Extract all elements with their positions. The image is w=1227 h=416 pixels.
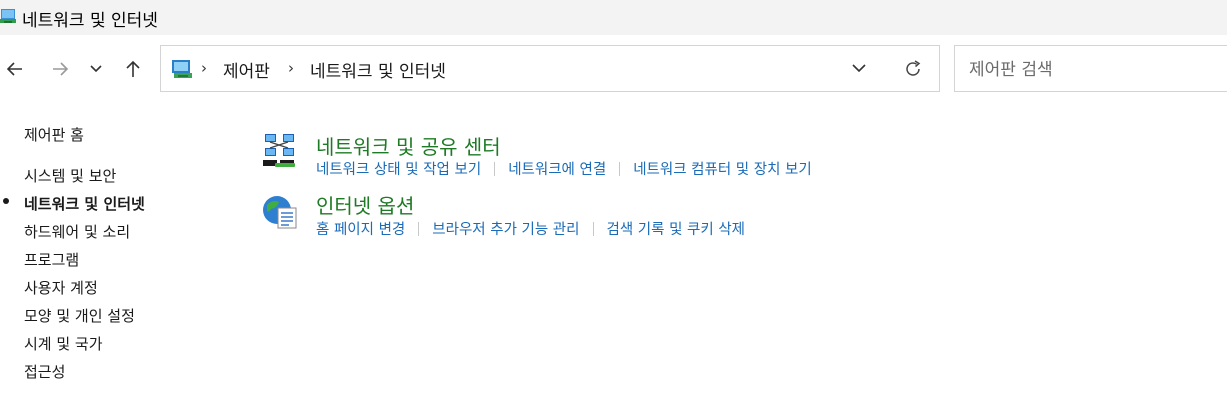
sidebar-item-appearance[interactable]: 모양 및 개인 설정 (24, 305, 135, 326)
sidebar-item-clock-region[interactable]: 시계 및 국가 (24, 333, 103, 354)
breadcrumb-separator-icon: › (288, 59, 294, 77)
sidebar-item-network-internet[interactable]: 네트워크 및 인터넷 (24, 193, 145, 214)
connect-to-network-link[interactable]: 네트워크에 연결 (508, 158, 606, 179)
search-input[interactable] (967, 56, 1211, 84)
back-button[interactable] (1, 54, 29, 84)
breadcrumb-current[interactable]: 네트워크 및 인터넷 (310, 57, 446, 82)
search-box[interactable] (954, 45, 1227, 92)
breadcrumb-control-panel[interactable]: 제어판 (223, 57, 270, 82)
sidebar-item-system-security[interactable]: 시스템 및 보안 (24, 165, 116, 186)
sidebar-item-hardware-sound[interactable]: 하드웨어 및 소리 (24, 221, 130, 242)
internet-options-icon[interactable] (261, 193, 299, 231)
chevron-down-icon (90, 65, 102, 73)
network-sharing-center-link[interactable]: 네트워크 및 공유 센터 (316, 131, 501, 160)
up-button[interactable] (119, 54, 147, 84)
title-bar: 네트워크 및 인터넷 (0, 0, 1227, 35)
control-panel-icon (0, 9, 16, 23)
link-divider (592, 221, 594, 236)
view-network-computers-link[interactable]: 네트워크 컴퓨터 및 장치 보기 (633, 158, 812, 179)
link-divider (494, 161, 496, 176)
control-panel-icon (172, 60, 192, 78)
sidebar-item-control-panel-home[interactable]: 제어판 홈 (24, 124, 84, 145)
change-home-page-link[interactable]: 홈 페이지 변경 (316, 218, 405, 239)
network-sharing-center-icon[interactable] (261, 131, 299, 169)
active-indicator-icon (3, 198, 9, 204)
link-divider (619, 161, 621, 176)
arrow-up-icon (126, 60, 140, 77)
internet-options-tasks: 홈 페이지 변경 브라우저 추가 기능 관리 검색 기록 및 쿠키 삭제 (316, 218, 745, 239)
network-sharing-center-tasks: 네트워크 상태 및 작업 보기 네트워크에 연결 네트워크 컴퓨터 및 장치 보… (316, 158, 812, 179)
sidebar-item-accessibility[interactable]: 접근성 (24, 361, 65, 382)
chevron-down-icon[interactable] (851, 62, 867, 74)
view-network-status-link[interactable]: 네트워크 상태 및 작업 보기 (316, 158, 481, 179)
breadcrumb-separator-icon: › (201, 59, 207, 77)
forward-button[interactable] (46, 54, 74, 84)
window-title: 네트워크 및 인터넷 (22, 11, 158, 31)
refresh-icon[interactable] (903, 59, 923, 79)
arrow-right-icon (53, 62, 69, 76)
sidebar-item-programs[interactable]: 프로그램 (24, 249, 79, 270)
arrow-left-icon (6, 62, 22, 76)
recent-locations-button[interactable] (84, 54, 108, 84)
delete-browsing-history-link[interactable]: 검색 기록 및 쿠키 삭제 (607, 218, 746, 239)
sidebar-item-user-accounts[interactable]: 사용자 계정 (24, 277, 98, 298)
link-divider (418, 221, 420, 236)
manage-browser-addons-link[interactable]: 브라우저 추가 기능 관리 (432, 218, 579, 239)
internet-options-link[interactable]: 인터넷 옵션 (316, 190, 414, 219)
address-bar[interactable]: › 제어판 › 네트워크 및 인터넷 (160, 45, 940, 92)
